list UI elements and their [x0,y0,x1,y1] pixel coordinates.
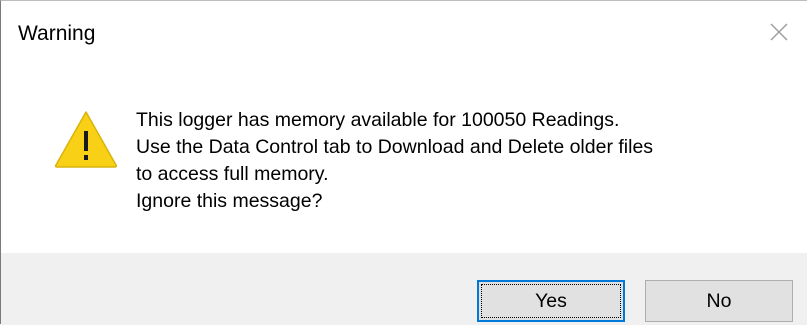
message-line: Use the Data Control tab to Download and… [136,136,654,158]
message-line: Ignore this message? [136,190,323,212]
dialog-content: This logger has memory available for 100… [1,65,807,253]
warning-dialog: Warning This logger has memory available… [0,0,807,325]
yes-button-label: Yes [535,289,567,312]
close-button[interactable] [751,1,807,63]
yes-button[interactable]: Yes [477,280,625,322]
dialog-message: This logger has memory available for 100… [136,107,653,215]
close-icon [770,23,788,41]
title-bar: Warning [1,1,807,65]
no-button[interactable]: No [645,280,793,322]
no-button-label: No [706,289,732,312]
message-line: This logger has memory available for 100… [136,109,620,131]
dialog-title: Warning [18,22,96,45]
message-line: to access full memory. [136,163,329,185]
warning-triangle-icon [53,109,119,169]
